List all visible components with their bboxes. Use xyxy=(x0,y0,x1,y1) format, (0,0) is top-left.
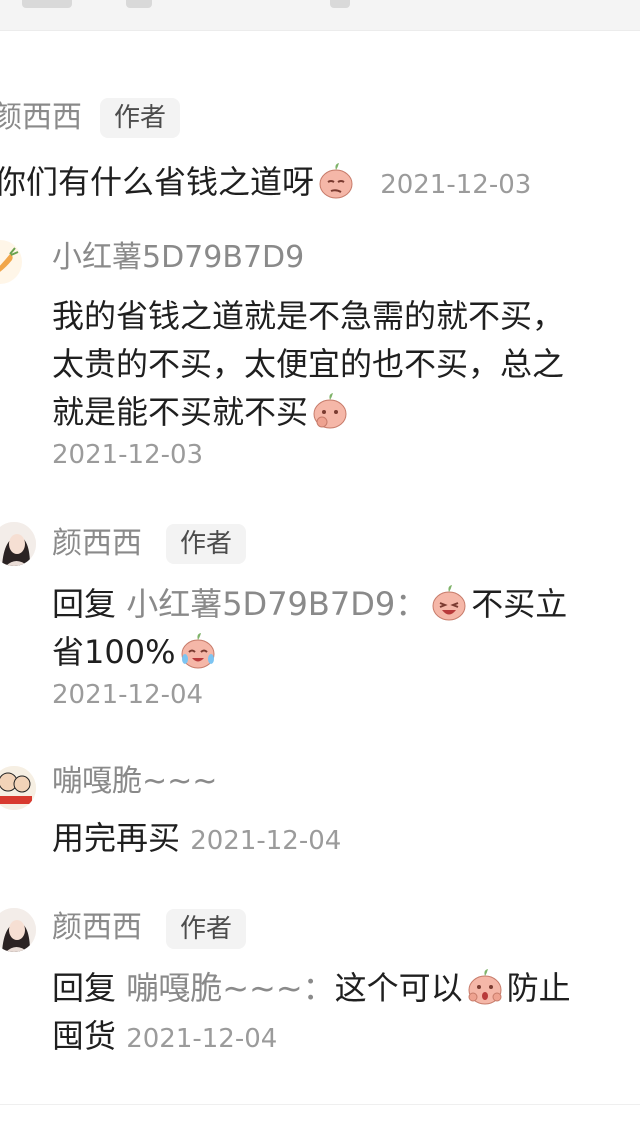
comment-content: 囤货 xyxy=(52,1017,117,1055)
avatar[interactable] xyxy=(0,908,36,952)
comment-date: 2021-12-04 xyxy=(52,680,204,710)
comment-text: 回复 嘣嘎脆~~~：这个可以 防止 囤货 2021-12-04 xyxy=(52,964,571,1063)
comment-line: 回复 小红薯5D79B7D9： 不买立 xyxy=(52,580,567,628)
woman-portrait-avatar-icon xyxy=(0,908,36,952)
comment-content: 防止 xyxy=(506,969,571,1007)
reply-label: 回复 xyxy=(52,585,117,623)
comment-author[interactable]: 颜西西 xyxy=(52,910,142,946)
peach-thinking-emoji xyxy=(313,393,347,429)
cropped-text-fragment xyxy=(330,0,350,8)
comment-date: 2021-12-04 xyxy=(126,1024,278,1054)
comment-text: 用完再买 2021-12-04 xyxy=(52,814,341,865)
peach-smirk-emoji xyxy=(319,163,353,199)
author-tag: 作者 xyxy=(166,909,247,949)
comment-text: 我的省钱之道就是不急需的就不买， 太贵的不买，太便宜的也不买，总之 就是能不买就… xyxy=(52,292,564,436)
comment-author[interactable]: 颜西西 xyxy=(0,100,82,136)
comment-author[interactable]: 小红薯5D79B7D9 xyxy=(52,240,304,276)
comment-text: 你们有什么省钱之道呀 2021-12-03 xyxy=(0,158,531,209)
author-tag: 作者 xyxy=(100,98,181,138)
comment-date: 2021-12-03 xyxy=(52,440,204,470)
author-tag: 作者 xyxy=(166,524,247,564)
peach-surprised-emoji xyxy=(468,969,502,1005)
cropped-text-fragment xyxy=(22,0,72,8)
comment-content: 不买立 xyxy=(471,585,568,623)
comment-line: 就是能不买就不买 xyxy=(52,388,564,436)
avatar[interactable] xyxy=(0,766,36,810)
comment-date: 2021-12-03 xyxy=(380,170,532,200)
reply-label: 回复 xyxy=(52,969,117,1007)
comment-content: 你们有什么省钱之道呀 xyxy=(0,163,315,201)
comment-date: 2021-12-04 xyxy=(190,826,342,856)
comment-line: 太贵的不买，太便宜的也不买，总之 xyxy=(52,345,565,383)
comment-author[interactable]: 颜西西 xyxy=(52,526,142,562)
comment-author[interactable]: 嘣嘎脆~~~ xyxy=(52,764,217,800)
sweet-potato-avatar-icon xyxy=(0,247,19,272)
peach-laugh-emoji xyxy=(432,585,466,621)
comment-text: 回复 小红薯5D79B7D9： 不买立 省100% xyxy=(52,580,567,676)
divider xyxy=(0,1104,640,1105)
cartoon-meme-avatar-icon xyxy=(0,766,36,810)
top-bar xyxy=(0,0,640,31)
comment-content: 就是能不买就不买 xyxy=(52,393,309,431)
peach-crying-laugh-emoji xyxy=(181,633,214,669)
comment-line: 省100% xyxy=(52,628,567,676)
comment-content: 用完再买 xyxy=(52,819,181,857)
woman-portrait-avatar-icon xyxy=(0,522,36,566)
comment-line: 我的省钱之道就是不急需的就不买， xyxy=(52,297,565,335)
comment-line: 回复 嘣嘎脆~~~：这个可以 防止 xyxy=(52,964,571,1012)
avatar[interactable] xyxy=(0,522,36,566)
avatar[interactable] xyxy=(0,240,22,284)
comment-content: 这个可以 xyxy=(334,969,463,1007)
reply-target[interactable]: 小红薯5D79B7D9： xyxy=(126,585,427,623)
comment-content: 省100% xyxy=(52,633,176,671)
reply-target[interactable]: 嘣嘎脆~~~： xyxy=(126,969,334,1007)
comment-line: 囤货 2021-12-04 xyxy=(52,1012,571,1063)
cropped-text-fragment xyxy=(126,0,152,8)
